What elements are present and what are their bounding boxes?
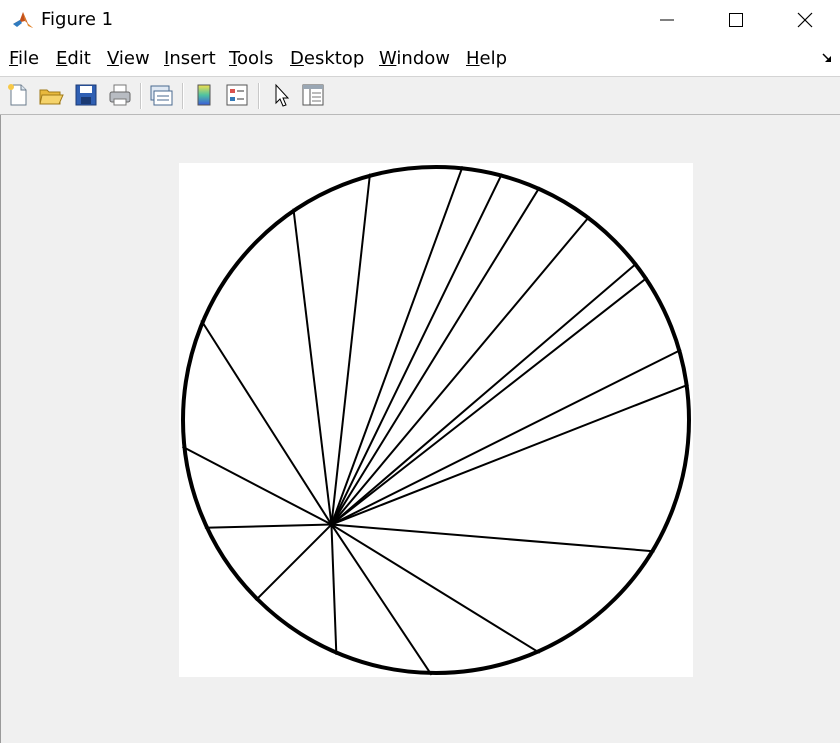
edit-plot-icon[interactable]: [268, 82, 294, 108]
chord-line: [330, 215, 591, 526]
menu-insert[interactable]: Insert: [164, 48, 216, 70]
chord-line: [204, 523, 332, 529]
close-icon: [797, 12, 813, 28]
toolbar: [0, 77, 840, 115]
chord-line: [330, 276, 649, 526]
open-file-icon[interactable]: [38, 82, 64, 108]
menu-desktop[interactable]: Desktop: [290, 48, 364, 70]
menu-edit[interactable]: Edit: [56, 48, 91, 70]
toolbar-separator: [258, 83, 260, 109]
chord-line: [330, 523, 541, 654]
menu-help[interactable]: Help: [466, 48, 507, 70]
dock-arrow-icon[interactable]: [821, 52, 833, 64]
minimize-icon: [660, 19, 674, 21]
chord-line: [292, 208, 333, 525]
menu-window[interactable]: Window: [379, 48, 450, 70]
chord-line: [330, 524, 338, 655]
print-icon[interactable]: [107, 82, 133, 108]
maximize-icon: [729, 13, 743, 27]
colorbar-icon[interactable]: [191, 82, 217, 108]
save-icon[interactable]: [73, 82, 99, 108]
toolbar-separator: [140, 83, 142, 109]
maximize-button[interactable]: [701, 0, 771, 40]
chord-line: [200, 319, 333, 526]
figure-canvas: [0, 115, 840, 743]
matlab-icon: [13, 12, 33, 28]
chord-line: [181, 445, 332, 526]
menu-file[interactable]: File: [9, 48, 39, 70]
chord-line: [330, 173, 503, 525]
close-button[interactable]: [770, 0, 840, 40]
title-bar: Figure 1: [0, 0, 840, 40]
link-plot-icon[interactable]: [148, 82, 174, 108]
chord-line: [331, 523, 655, 553]
plot-axes[interactable]: [179, 163, 693, 677]
chord-line: [330, 523, 433, 676]
minimize-button[interactable]: [632, 0, 702, 40]
chord-line: [254, 523, 333, 602]
chord-line: [331, 383, 689, 526]
menu-bar: File Edit View Insert Tools Desktop Wind…: [0, 40, 840, 77]
menu-tools[interactable]: Tools: [229, 48, 273, 70]
new-figure-icon[interactable]: [5, 82, 31, 108]
menu-view[interactable]: View: [107, 48, 150, 70]
window-title: Figure 1: [41, 9, 114, 30]
legend-icon[interactable]: [224, 82, 250, 108]
circle-chord-plot: [181, 165, 691, 676]
property-inspector-icon[interactable]: [300, 82, 326, 108]
toolbar-separator: [182, 83, 184, 109]
